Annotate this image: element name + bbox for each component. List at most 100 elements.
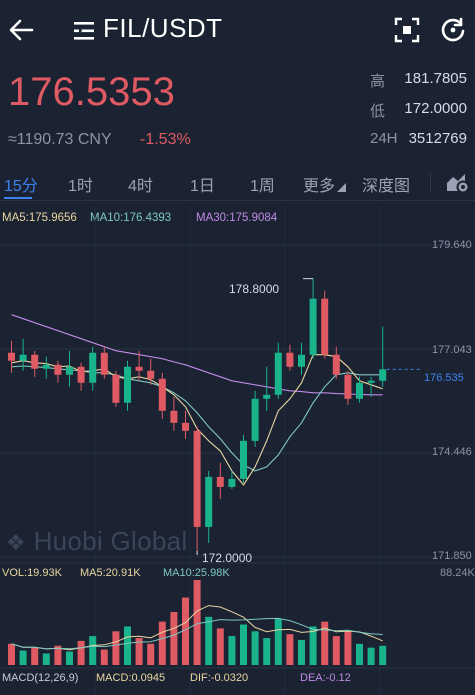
volume-bar — [100, 649, 108, 665]
volume-bar — [112, 631, 120, 665]
price-change: -1.53% — [140, 131, 191, 148]
candle-body — [309, 298, 317, 355]
candle-body — [31, 354, 39, 369]
huobi-logo-icon: ❖ — [6, 530, 27, 555]
candle-body — [8, 352, 15, 361]
volume-bar — [379, 645, 387, 665]
volume-bar — [332, 636, 340, 665]
dea-value: DEA:-0.12 — [300, 672, 351, 684]
candle-body — [379, 369, 387, 381]
dropdown-triangle-icon — [337, 183, 346, 192]
vol-axis-max: 88.24K — [440, 567, 475, 579]
vol-ma10-legend: MA10:25.98K — [163, 567, 230, 579]
volume-bar — [367, 647, 375, 665]
interval-tabs: 15分 1时 4时 1日 1周 更多 深度图 — [0, 166, 475, 201]
candle-body — [19, 354, 27, 361]
tab-more[interactable]: 更多 — [303, 172, 335, 196]
volume-bar — [216, 628, 224, 665]
pair-title[interactable]: FIL/USDT — [103, 13, 223, 44]
tab-1h[interactable]: 1时 — [68, 172, 93, 196]
volume-bar — [193, 580, 201, 665]
candle-body — [367, 380, 375, 383]
volume-bar — [344, 631, 352, 665]
macd-value: MACD:0.0945 — [96, 672, 166, 684]
volume-bar — [66, 651, 73, 665]
candle-body — [193, 430, 201, 527]
tab-1d[interactable]: 1日 — [190, 172, 215, 196]
high-label: 高 — [370, 73, 386, 90]
top-bar: FIL/USDT — [0, 0, 475, 62]
candle-body — [205, 476, 213, 527]
vol-ma5-legend: MA5:20.91K — [80, 567, 141, 579]
volume-bar — [356, 643, 363, 665]
last-price: 176.5353 — [8, 70, 175, 114]
price-axis-label: 174.446 — [432, 446, 472, 458]
candle-body — [216, 476, 224, 487]
candle-body — [356, 382, 363, 399]
candle-body — [332, 354, 340, 375]
refresh-icon[interactable] — [439, 16, 467, 44]
volume-bar — [205, 616, 213, 665]
candles — [8, 278, 387, 551]
volume-bar — [147, 643, 155, 665]
volume-bar — [228, 636, 236, 665]
candle-body — [135, 366, 143, 371]
candle-body — [263, 394, 271, 399]
tab-depth[interactable]: 深度图 — [362, 172, 410, 196]
chart-settings-icon[interactable] — [445, 171, 471, 195]
volume-bar — [158, 621, 166, 665]
candle-body — [112, 374, 120, 403]
volume-bar — [8, 643, 15, 665]
low-label: 低 — [370, 103, 386, 120]
volume-bar — [42, 653, 50, 665]
volume-bar — [263, 638, 271, 665]
price-axis-label: 179.640 — [432, 239, 472, 251]
volume-bar — [298, 639, 305, 665]
candle-body — [42, 364, 50, 369]
tab-15m[interactable]: 15分 — [4, 172, 38, 196]
candle-body — [286, 352, 294, 367]
volume-bar — [240, 624, 247, 665]
candle-body — [66, 366, 73, 375]
volume-24h-value: 3512769 — [408, 130, 467, 147]
volume-bar — [309, 626, 317, 665]
arrow-left-icon[interactable] — [8, 18, 34, 42]
candle-body — [344, 374, 352, 399]
watermark-text: Huobi Global — [33, 526, 188, 556]
candle-body — [240, 440, 247, 479]
volume-bar — [170, 612, 178, 665]
volume-bar — [124, 626, 131, 665]
cny-price: ≈1190.73 CNY — [8, 131, 112, 148]
volume-bar — [19, 650, 27, 665]
high-value: 181.7805 — [404, 70, 467, 87]
tab-1w[interactable]: 1周 — [250, 172, 275, 196]
min-price-label: 172.0000 — [202, 551, 253, 565]
tabs-divider — [430, 173, 431, 193]
candle-body — [170, 410, 178, 423]
volume-bars — [8, 580, 387, 665]
tab-4h[interactable]: 4时 — [128, 172, 153, 196]
active-tab-underline — [4, 197, 32, 199]
candle-body — [77, 366, 85, 383]
candle-body — [158, 378, 166, 411]
max-price-label: 178.8000 — [229, 282, 280, 296]
kline-chart[interactable] — [0, 200, 475, 695]
volume-bar — [251, 631, 259, 665]
price-axis-label: 171.850 — [432, 550, 472, 562]
volume-bar — [89, 636, 97, 665]
scan-icon[interactable] — [394, 17, 420, 43]
candle-body — [54, 364, 62, 375]
candle-body — [147, 370, 155, 379]
macd-params: MACD(12,26,9) — [2, 672, 79, 684]
volume-bar — [31, 647, 39, 665]
watermark: ❖ Huobi Global — [6, 526, 187, 557]
volume-bar — [77, 640, 85, 665]
candle-body — [298, 354, 305, 367]
candle-body — [321, 298, 329, 355]
volume-bar — [274, 618, 282, 665]
menu-icon[interactable] — [73, 20, 97, 42]
dif-value: DIF:-0.0320 — [190, 672, 249, 684]
chart-grid — [0, 205, 475, 695]
candle-body — [124, 366, 131, 403]
current-price-tag: 176.535 — [424, 372, 464, 384]
